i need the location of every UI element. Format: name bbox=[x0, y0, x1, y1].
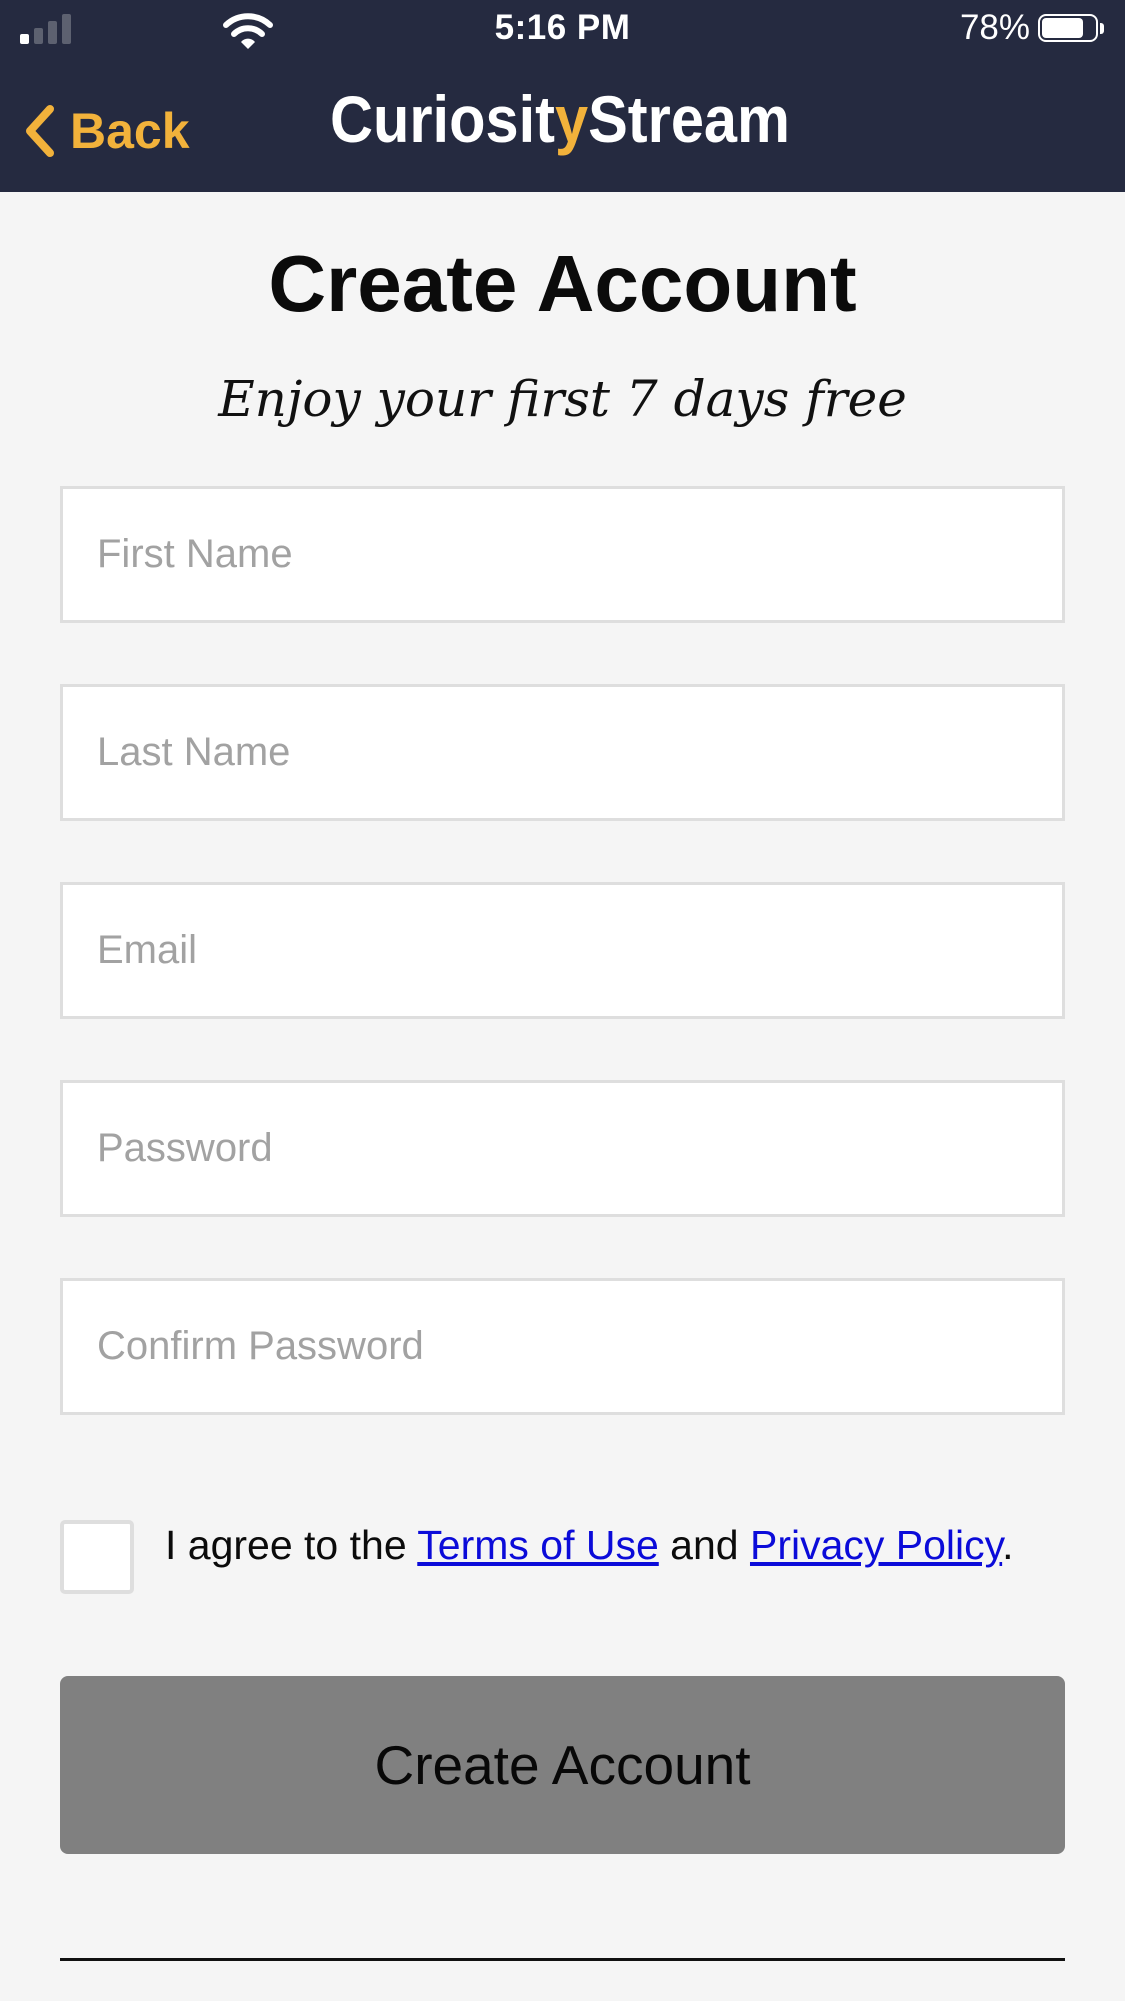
status-bar: 5:16 PM 78% bbox=[0, 0, 1125, 62]
agree-checkbox[interactable] bbox=[60, 1520, 134, 1594]
divider bbox=[60, 1958, 1065, 1961]
page-title: Create Account bbox=[268, 239, 857, 328]
email-field[interactable] bbox=[60, 882, 1065, 1019]
privacy-policy-link[interactable]: Privacy Policy bbox=[750, 1522, 1002, 1568]
battery-percentage: 78% bbox=[959, 8, 1030, 47]
back-label: Back bbox=[70, 103, 190, 159]
agreement-text: I agree to the Terms of Use and Privacy … bbox=[165, 1518, 1014, 1572]
create-account-button[interactable]: Create Account bbox=[60, 1676, 1065, 1854]
chevron-left-icon bbox=[26, 105, 54, 157]
last-name-field[interactable] bbox=[60, 684, 1065, 821]
battery-icon bbox=[1038, 14, 1106, 44]
app-header: 5:16 PM 78% Back CuriosityStream bbox=[0, 0, 1125, 192]
agreement-suffix: . bbox=[1002, 1522, 1014, 1568]
password-field[interactable] bbox=[60, 1080, 1065, 1217]
svg-text:CuriosityStream: CuriosityStream bbox=[330, 82, 790, 156]
agreement-prefix: I agree to the bbox=[165, 1522, 418, 1568]
back-button[interactable]: Back bbox=[22, 96, 190, 166]
status-time: 5:16 PM bbox=[494, 8, 631, 47]
first-name-field[interactable] bbox=[60, 486, 1065, 623]
free-trial-subtitle: Enjoy your first 7 days free bbox=[218, 370, 907, 428]
curiositystream-logo: CuriosityStream bbox=[330, 82, 790, 156]
confirm-password-field[interactable] bbox=[60, 1278, 1065, 1415]
agreement-middle: and bbox=[658, 1522, 750, 1568]
terms-of-use-link[interactable]: Terms of Use bbox=[417, 1522, 659, 1568]
